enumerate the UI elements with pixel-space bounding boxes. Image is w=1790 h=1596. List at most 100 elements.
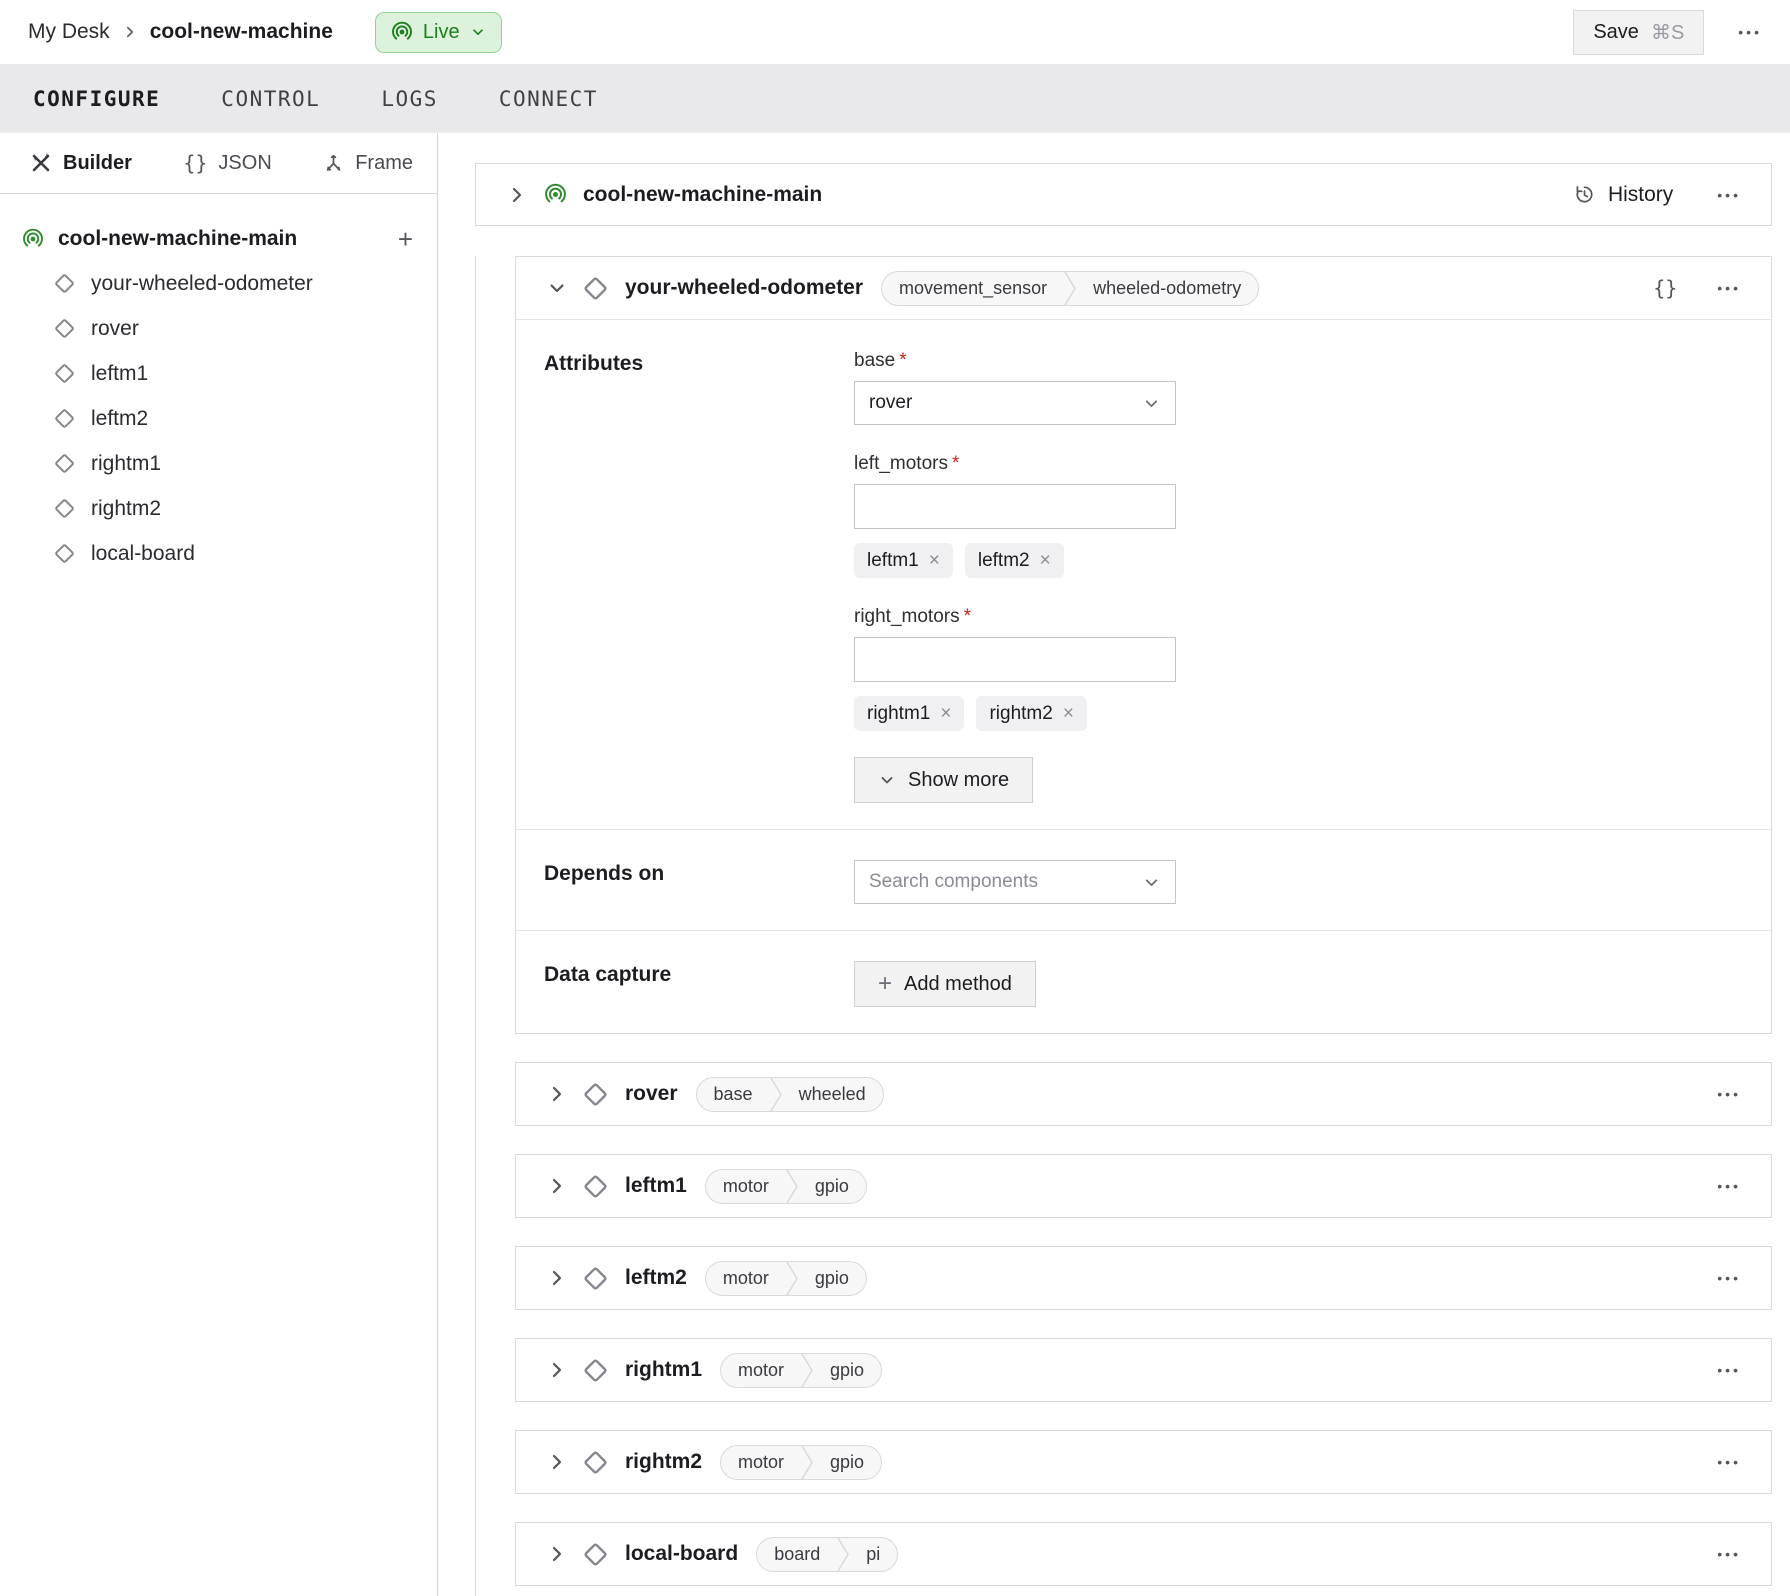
right-motors-input[interactable] (854, 637, 1176, 682)
tree-item-rover[interactable]: rover (22, 306, 413, 351)
expand-chevron-right-icon[interactable] (546, 1359, 568, 1381)
save-shortcut-hint: ⌘S (1651, 20, 1684, 45)
collapse-chevron-down-icon[interactable] (546, 277, 568, 299)
add-method-button[interactable]: + Add method (854, 961, 1036, 1007)
required-asterisk: * (964, 606, 971, 627)
component-type-badge: motor gpio (720, 1445, 882, 1480)
depends-on-select[interactable]: Search components (854, 860, 1176, 904)
expand-chevron-right-icon[interactable] (546, 1267, 568, 1289)
data-capture-section: Data capture + Add method (516, 930, 1771, 1033)
component-diamond-icon (583, 1358, 608, 1383)
expand-chevron-right-icon[interactable] (546, 1175, 568, 1197)
plus-icon: + (878, 972, 892, 996)
chevron-separator-icon (786, 1261, 798, 1296)
chevron-down-icon (1142, 873, 1161, 892)
base-select[interactable]: rover (854, 381, 1176, 425)
machine-broadcast-icon (544, 183, 567, 206)
remove-chip-icon[interactable]: × (940, 703, 951, 725)
left-motors-field-label: left_motors* (854, 453, 1741, 475)
component-more-options-button[interactable]: ••• (1717, 1547, 1741, 1561)
view-json-button[interactable]: {} (1653, 276, 1677, 300)
tab-logs[interactable]: LOGS (381, 87, 438, 111)
json-braces-icon: {} (183, 151, 207, 175)
chip-rightm1: rightm1 × (854, 696, 964, 731)
attributes-heading: Attributes (544, 350, 854, 803)
mode-builder[interactable]: Builder (30, 152, 132, 175)
chevron-down-icon (1142, 394, 1161, 413)
tree-item-local-board[interactable]: local-board (22, 531, 413, 576)
tree-item-leftm2[interactable]: leftm2 (22, 396, 413, 441)
component-more-options-button[interactable]: ••• (1717, 1179, 1741, 1193)
tree-item-rightm2[interactable]: rightm2 (22, 486, 413, 531)
component-card-leftm1: leftm1 motor gpio ••• (515, 1154, 1772, 1218)
component-diamond-icon (583, 1266, 608, 1291)
component-more-options-button[interactable]: ••• (1717, 1455, 1741, 1469)
history-clock-icon (1573, 183, 1596, 206)
remove-chip-icon[interactable]: × (1040, 550, 1051, 572)
expand-chevron-right-icon[interactable] (546, 1451, 568, 1473)
view-mode-switcher: Builder {} JSON Frame (0, 133, 437, 194)
component-cards-group: your-wheeled-odometer movement_sensor wh… (475, 256, 1772, 1596)
chevron-separator-icon (1064, 271, 1076, 306)
header-more-options-button[interactable]: ••• (1738, 25, 1762, 39)
chevron-separator-icon (786, 1169, 798, 1204)
component-more-options-button[interactable]: ••• (1717, 1363, 1741, 1377)
required-asterisk: * (952, 453, 959, 474)
frame-axis-icon (323, 153, 344, 174)
breadcrumb-machine-name: cool-new-machine (150, 20, 333, 44)
machine-part-title: cool-new-machine-main (583, 183, 822, 207)
component-diamond-icon (54, 498, 75, 519)
right-motors-field-label: right_motors* (854, 606, 1741, 628)
tab-configure[interactable]: CONFIGURE (33, 87, 160, 111)
live-status-dropdown[interactable]: Live (375, 12, 502, 53)
expand-chevron-right-icon[interactable] (546, 1083, 568, 1105)
tree-item-rightm1[interactable]: rightm1 (22, 441, 413, 486)
chevron-separator-icon (801, 1445, 813, 1480)
chip-leftm2: leftm2 × (965, 543, 1064, 578)
config-sidebar: Builder {} JSON Frame (0, 133, 438, 1596)
component-diamond-icon (54, 453, 75, 474)
component-diamond-icon (54, 318, 75, 339)
mode-json[interactable]: {} JSON (183, 151, 271, 175)
expand-chevron-right-icon[interactable] (506, 184, 528, 206)
breadcrumb-my-desk[interactable]: My Desk (28, 20, 110, 44)
show-more-button[interactable]: Show more (854, 757, 1033, 803)
expand-chevron-right-icon[interactable] (546, 1543, 568, 1565)
tree-item-odometer[interactable]: your-wheeled-odometer (22, 261, 413, 306)
component-more-options-button[interactable]: ••• (1717, 1271, 1741, 1285)
save-button[interactable]: Save ⌘S (1573, 10, 1704, 55)
depends-on-placeholder: Search components (869, 871, 1038, 893)
tab-control[interactable]: CONTROL (221, 87, 320, 111)
tree-item-leftm1[interactable]: leftm1 (22, 351, 413, 396)
component-type-badge: base wheeled (696, 1077, 884, 1112)
tab-connect[interactable]: CONNECT (499, 87, 598, 111)
base-field-label: base* (854, 350, 1741, 372)
component-title: your-wheeled-odometer (625, 276, 863, 300)
component-diamond-icon (583, 1082, 608, 1107)
odometer-component-card: your-wheeled-odometer movement_sensor wh… (515, 256, 1772, 1034)
component-diamond-icon (54, 408, 75, 429)
attributes-section: Attributes base* rover (516, 320, 1771, 829)
remove-chip-icon[interactable]: × (929, 550, 940, 572)
left-motors-input[interactable] (854, 484, 1176, 529)
chip-leftm1: leftm1 × (854, 543, 953, 578)
builder-tools-icon (30, 152, 52, 174)
remove-chip-icon[interactable]: × (1063, 703, 1074, 725)
live-broadcast-icon (391, 21, 413, 43)
history-button[interactable]: History (1573, 183, 1673, 207)
component-more-options-button[interactable]: ••• (1717, 1087, 1741, 1101)
machine-more-options-button[interactable]: ••• (1717, 188, 1741, 202)
machine-broadcast-icon (22, 228, 44, 250)
mode-frame[interactable]: Frame (323, 152, 413, 175)
base-select-value: rover (869, 392, 912, 414)
chevron-down-icon (878, 771, 896, 789)
component-diamond-icon (583, 1542, 608, 1567)
chevron-down-icon (470, 24, 486, 40)
component-type-badge: motor gpio (705, 1261, 867, 1296)
live-label: Live (423, 21, 460, 44)
add-component-button[interactable]: + (398, 226, 413, 252)
tree-machine-main[interactable]: cool-new-machine-main + (22, 216, 413, 261)
component-card-leftm2: leftm2 motor gpio ••• (515, 1246, 1772, 1310)
component-more-options-button[interactable]: ••• (1717, 281, 1741, 295)
depends-on-heading: Depends on (544, 860, 854, 904)
